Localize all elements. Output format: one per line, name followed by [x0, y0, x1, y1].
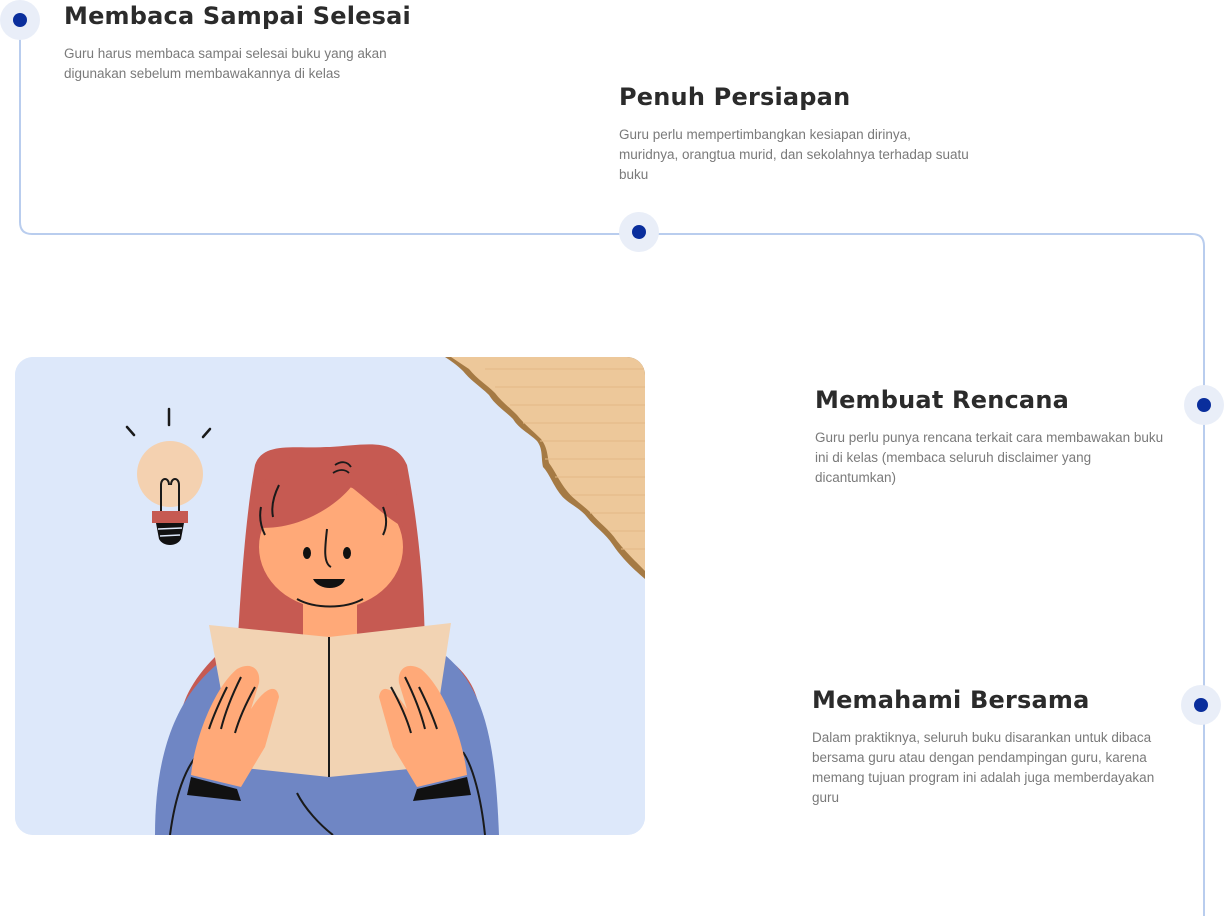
step-title: Membuat Rencana — [815, 386, 1070, 414]
reading-teacher-illustration — [15, 357, 645, 835]
step-description: Dalam praktiknya, seluruh buku disaranka… — [812, 730, 1155, 805]
timeline-dot-icon — [1181, 685, 1221, 725]
illustration-artwork — [15, 357, 645, 835]
timeline-dot-icon — [0, 0, 40, 40]
step-penuh-persiapan: Penuh Persiapan Guru perlu mempertimbang… — [619, 83, 969, 185]
timeline-dot-icon — [1184, 385, 1224, 425]
timeline-dot-icon — [619, 212, 659, 252]
step-description: Guru harus membaca sampai selesai buku y… — [64, 46, 387, 81]
step-title: Penuh Persiapan — [619, 83, 851, 111]
step-memahami-bersama: Memahami Bersama Dalam praktiknya, selur… — [812, 686, 1162, 808]
step-title: Memahami Bersama — [812, 686, 1090, 714]
step-membuat-rencana: Membuat Rencana Guru perlu punya rencana… — [815, 386, 1165, 488]
step-description: Guru perlu punya rencana terkait cara me… — [815, 430, 1164, 485]
step-membaca-sampai-selesai: Membaca Sampai Selesai Guru harus membac… — [64, 2, 434, 84]
step-description: Guru perlu mempertimbangkan kesiapan dir… — [619, 127, 969, 182]
step-title: Membaca Sampai Selesai — [64, 2, 411, 30]
